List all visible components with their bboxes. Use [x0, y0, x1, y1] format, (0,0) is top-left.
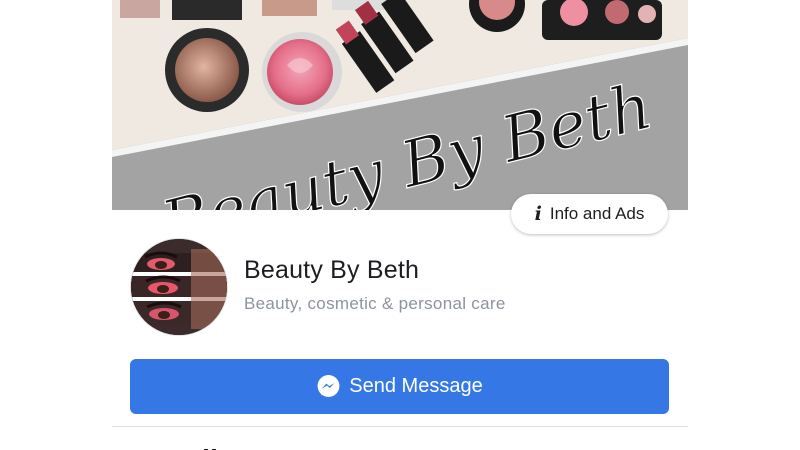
messenger-icon: [317, 375, 340, 397]
partial-icon: [190, 443, 220, 450]
divider: [112, 426, 688, 427]
send-message-label: Send Message: [349, 375, 483, 397]
info-icon: i: [534, 202, 542, 225]
info-and-ads-label: Info and Ads: [549, 204, 645, 223]
page-title: Beauty By Beth: [244, 256, 420, 284]
avatar[interactable]: [130, 238, 228, 336]
page-category: Beauty, cosmetic & personal care: [244, 294, 506, 313]
avatar-image: [131, 239, 227, 335]
cover-image: Beauty By Beth: [112, 0, 688, 210]
cover-photo[interactable]: Beauty By Beth: [112, 0, 688, 210]
info-and-ads-button[interactable]: i Info and Ads: [511, 194, 668, 234]
send-message-button[interactable]: Send Message: [130, 359, 669, 414]
